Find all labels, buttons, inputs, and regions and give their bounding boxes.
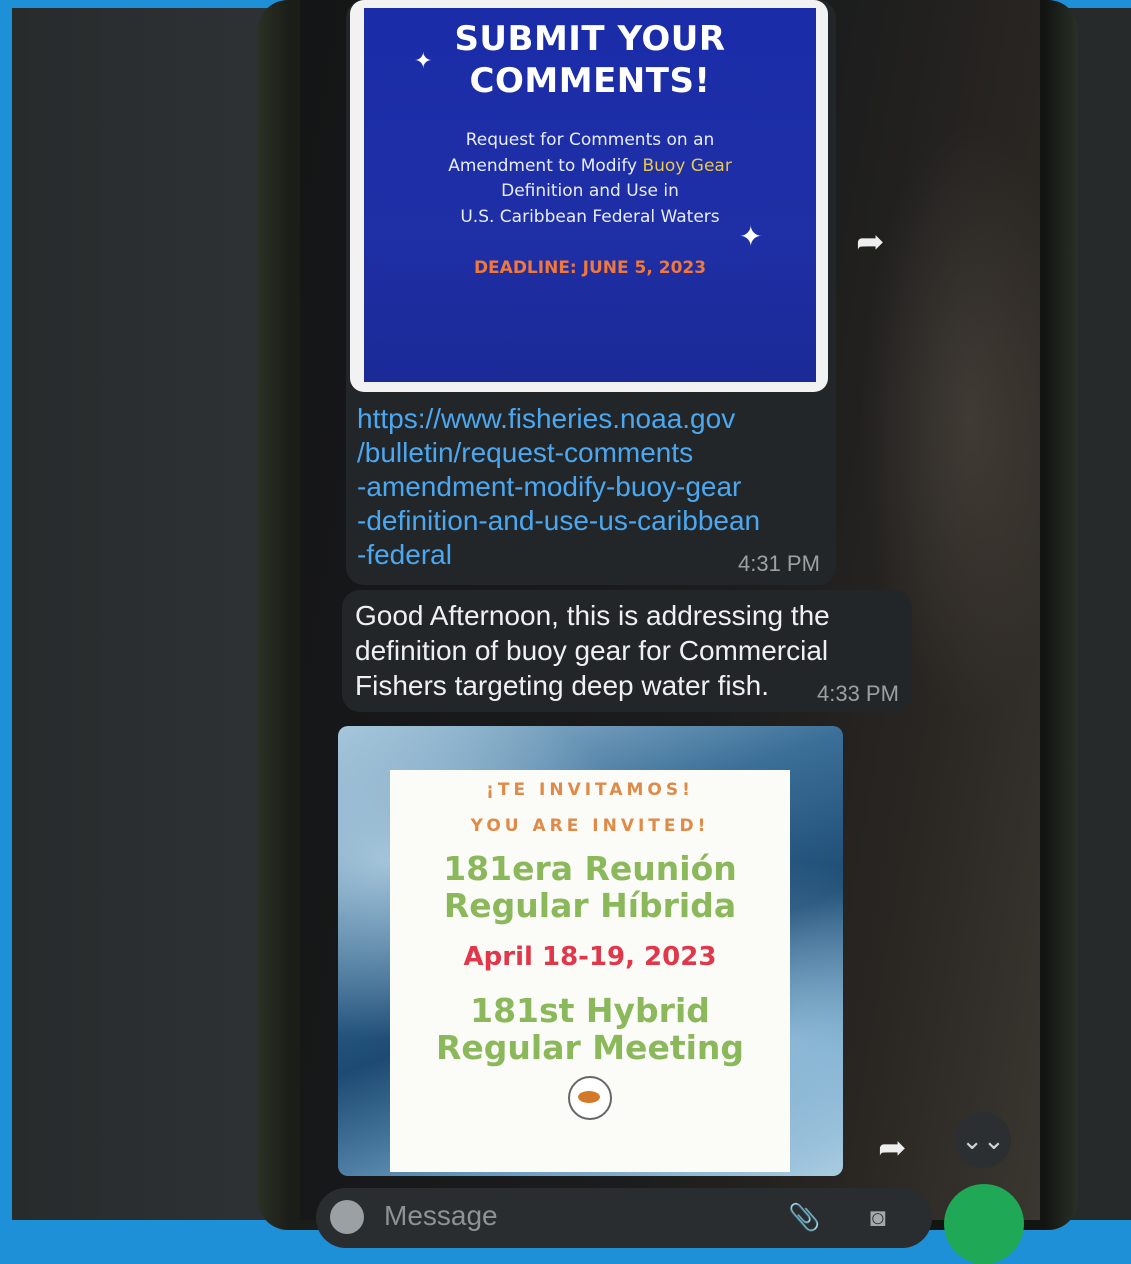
sparkle-icon: ✦ [739,221,763,252]
flyer-body-line2-text: Amendment to Modify [448,155,643,176]
double-chevron-down-icon[interactable]: ⌄⌄ [955,1112,1011,1168]
mic-button[interactable] [944,1184,1024,1264]
meeting-title-spanish: 181era Reunión Regular Híbrida [390,850,790,924]
meeting-title-en-line1: 181st Hybrid [470,991,710,1030]
flyer-body-line1: Request for Comments on an [465,130,715,150]
meeting-title-english: 181st Hybrid Regular Meeting [390,992,790,1066]
meeting-title-en-line2: Regular Meeting [435,1028,745,1067]
url-line[interactable]: https://www.fisheries.noaa.gov [357,402,777,436]
message-line: Fishers targeting deep water fish. [355,670,769,701]
forward-icon[interactable]: ➦ [856,222,885,262]
cfmc-logo [568,1076,612,1120]
meeting-title-es-line2: Regular Híbrida [443,886,737,925]
flyer-body-line3: Definition and Use in [501,181,679,201]
message-timestamp: 4:33 PM [817,681,899,706]
meeting-date: April 18-19, 2023 [463,942,717,972]
url-line[interactable]: -federal [357,538,777,572]
meeting-title-es-line1: 181era Reunión [443,849,737,888]
link-message-url[interactable]: https://www.fisheries.noaa.gov /bulletin… [357,402,777,572]
url-line[interactable]: -amendment-modify-buoy-gear [357,470,777,504]
flyer-deadline: DEADLINE: JUNE 5, 2023 [473,258,707,278]
sparkle-icon: ✦ [414,48,433,73]
url-line[interactable]: /bulletin/request-comments [357,436,777,470]
paperclip-icon[interactable]: 📎 [788,1202,820,1232]
flyer-buoy-gear-highlight: Buoy Gear [642,155,732,176]
submit-comments-flyer[interactable]: SUBMIT YOUR COMMENTS! Request for Commen… [364,8,816,382]
emoji-icon[interactable] [330,1200,364,1234]
forward-icon[interactable]: ➦ [878,1128,907,1168]
camera-icon[interactable]: ◙ [870,1202,900,1232]
text-message-body: Good Afternoon, this is addressing the d… [355,598,875,703]
message-line: definition of buoy gear for Commercial [355,635,829,666]
invite-english: YOU ARE INVITED! [470,816,710,836]
flyer-body: Request for Comments on an Amendment to … [364,128,816,230]
flyer-body-line2: Amendment to Modify Buoy Gear [364,154,816,180]
invite-spanish: ¡TE INVITAMOS! [486,780,694,800]
url-line[interactable]: -definition-and-use-us-caribbean [357,504,777,538]
message-timestamp: 4:31 PM [738,551,820,576]
message-line: Good Afternoon, this is addressing the [355,600,830,631]
meeting-invite-image[interactable]: ¡TE INVITAMOS! YOU ARE INVITED! 181era R… [390,770,790,1172]
message-input[interactable]: Message [384,1200,498,1232]
